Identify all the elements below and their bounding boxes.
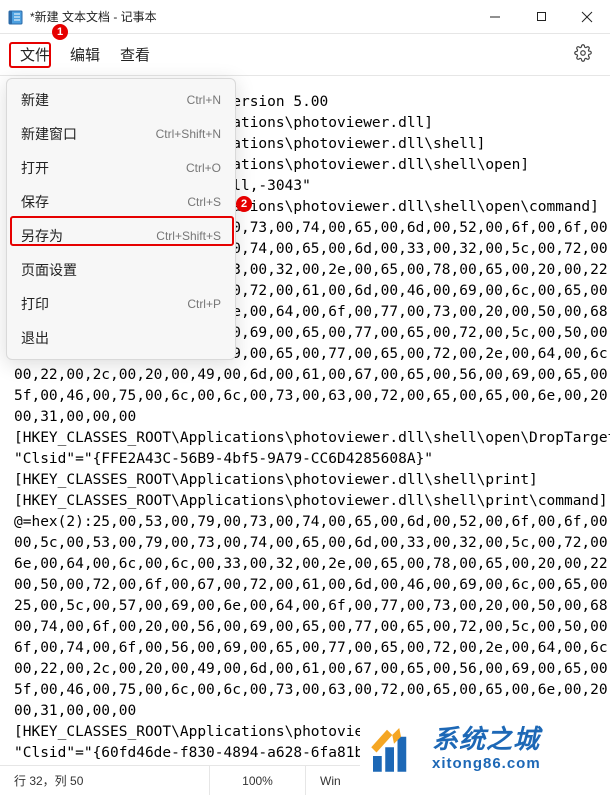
menu-item-label: 新建窗口 bbox=[21, 124, 77, 144]
menu-item-open[interactable]: 打开 Ctrl+O bbox=[7, 151, 235, 185]
menu-bar: 文件 编辑 查看 bbox=[0, 34, 610, 76]
annotation-badge-2: 2 bbox=[236, 196, 252, 212]
window-controls bbox=[472, 0, 610, 34]
menu-item-new-window[interactable]: 新建窗口 Ctrl+Shift+N bbox=[7, 117, 235, 151]
title-bar: *新建 文本文档 - 记事本 bbox=[0, 0, 610, 34]
menu-item-label: 新建 bbox=[21, 90, 49, 110]
file-dropdown: 新建 Ctrl+N 新建窗口 Ctrl+Shift+N 打开 Ctrl+O 保存 Ctr… bbox=[6, 78, 236, 360]
close-button[interactable] bbox=[564, 0, 610, 34]
settings-button[interactable] bbox=[566, 40, 600, 69]
window-title: *新建 文本文档 - 记事本 bbox=[30, 8, 157, 25]
menu-item-exit[interactable]: 退出 bbox=[7, 321, 235, 355]
menu-item-label: 打开 bbox=[21, 158, 49, 178]
menu-item-label: 另存为 bbox=[21, 226, 63, 246]
status-zoom: 100% bbox=[210, 766, 306, 795]
menu-item-new[interactable]: 新建 Ctrl+N bbox=[7, 83, 235, 117]
menu-item-shortcut: Ctrl+O bbox=[186, 161, 221, 175]
menu-edit[interactable]: 编辑 bbox=[60, 40, 110, 69]
menu-file[interactable]: 文件 bbox=[10, 40, 60, 69]
watermark-icon bbox=[366, 721, 422, 777]
notepad-icon bbox=[8, 9, 24, 25]
watermark-brand: 系统之城 bbox=[432, 725, 541, 755]
menu-item-save-as[interactable]: 另存为 Ctrl+Shift+S bbox=[7, 219, 235, 253]
menu-item-print[interactable]: 打印 Ctrl+P bbox=[7, 287, 235, 321]
watermark: 系统之城 xitong86.com bbox=[360, 703, 610, 795]
annotation-badge-1: 1 bbox=[52, 24, 68, 40]
menu-view[interactable]: 查看 bbox=[110, 40, 160, 69]
menu-item-save[interactable]: 保存 Ctrl+S bbox=[7, 185, 235, 219]
menu-item-label: 打印 bbox=[21, 294, 49, 314]
maximize-button[interactable] bbox=[518, 0, 564, 34]
title-bar-left: *新建 文本文档 - 记事本 bbox=[0, 8, 472, 25]
menu-item-shortcut: Ctrl+Shift+S bbox=[156, 229, 221, 243]
status-position: 行 32，列 50 bbox=[0, 766, 210, 795]
menu-item-shortcut: Ctrl+Shift+N bbox=[156, 127, 221, 141]
menu-item-shortcut: Ctrl+N bbox=[187, 93, 221, 107]
watermark-text: 系统之城 xitong86.com bbox=[432, 725, 541, 772]
menu-item-shortcut: Ctrl+P bbox=[187, 297, 221, 311]
watermark-domain: xitong86.com bbox=[432, 755, 541, 772]
minimize-button[interactable] bbox=[472, 0, 518, 34]
menu-item-page-setup[interactable]: 页面设置 bbox=[7, 253, 235, 287]
gear-icon bbox=[574, 44, 592, 65]
menu-item-label: 保存 bbox=[21, 192, 49, 212]
menu-item-label: 页面设置 bbox=[21, 260, 77, 280]
menu-item-label: 退出 bbox=[21, 328, 49, 348]
menu-item-shortcut: Ctrl+S bbox=[187, 195, 221, 209]
